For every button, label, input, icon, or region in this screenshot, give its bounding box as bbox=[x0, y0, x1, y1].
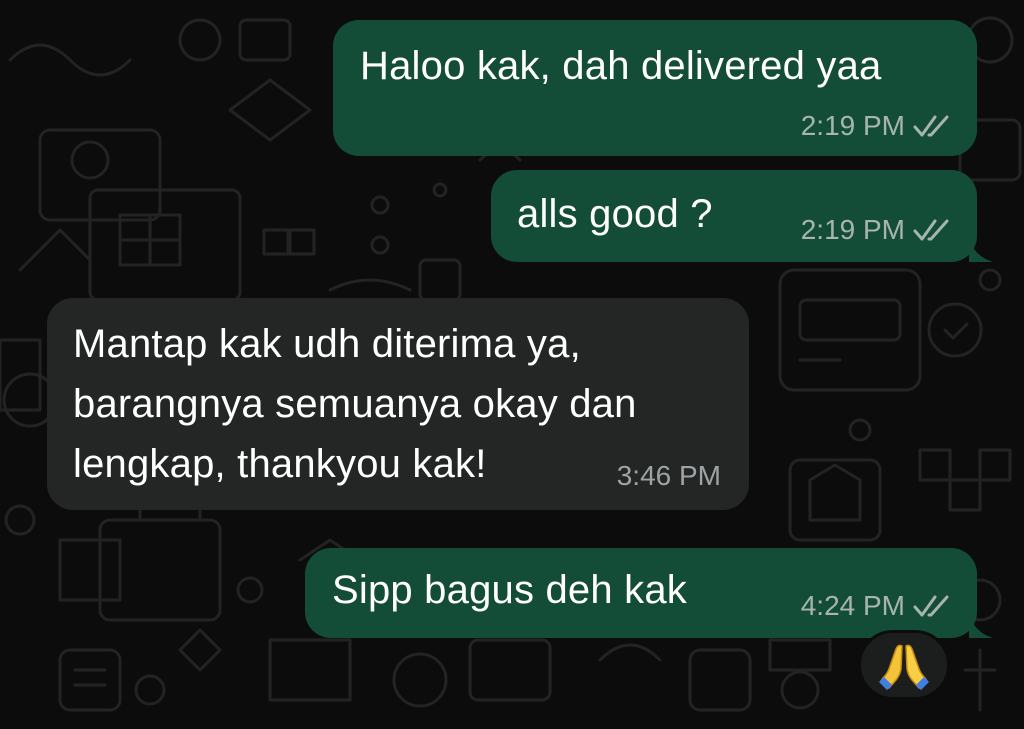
message-bubble-outgoing[interactable]: Sipp bagus deh kak 4:24 PM bbox=[305, 548, 993, 638]
message-time: 2:19 PM bbox=[800, 214, 905, 245]
bubble-tail bbox=[969, 612, 993, 638]
double-check-icon bbox=[913, 595, 949, 617]
message-bubble-incoming[interactable]: Mantap kak udh diterima ya, barangnya se… bbox=[47, 298, 749, 510]
message-text: Haloo kak, dah delivered yaa bbox=[360, 44, 882, 88]
message-bubble-outgoing[interactable]: Haloo kak, dah delivered yaa 2:19 PM bbox=[333, 20, 977, 156]
message-meta: 2:19 PM bbox=[801, 110, 951, 142]
message-meta: 3:46 PM bbox=[617, 460, 721, 492]
message-time: 4:24 PM bbox=[800, 590, 905, 621]
message-text: Mantap kak udh diterima ya, barangnya se… bbox=[73, 322, 637, 486]
double-check-icon bbox=[913, 219, 949, 241]
message-meta: 4:24 PM bbox=[801, 590, 951, 622]
message-text: Sipp bagus deh kak bbox=[332, 568, 687, 612]
message-meta: 2:19 PM bbox=[801, 214, 951, 246]
message-time: 3:46 PM bbox=[616, 460, 721, 491]
message-bubble-outgoing[interactable]: alls good ? 2:19 PM bbox=[491, 170, 993, 262]
bubble-tail bbox=[969, 236, 993, 262]
double-check-icon bbox=[913, 115, 949, 137]
message-time: 2:19 PM bbox=[800, 110, 905, 141]
folded-hands-icon bbox=[879, 644, 929, 690]
message-reaction[interactable] bbox=[858, 630, 950, 700]
message-text: alls good ? bbox=[517, 192, 713, 236]
chat-view[interactable]: Haloo kak, dah delivered yaa 2:19 PM all… bbox=[0, 0, 1024, 729]
